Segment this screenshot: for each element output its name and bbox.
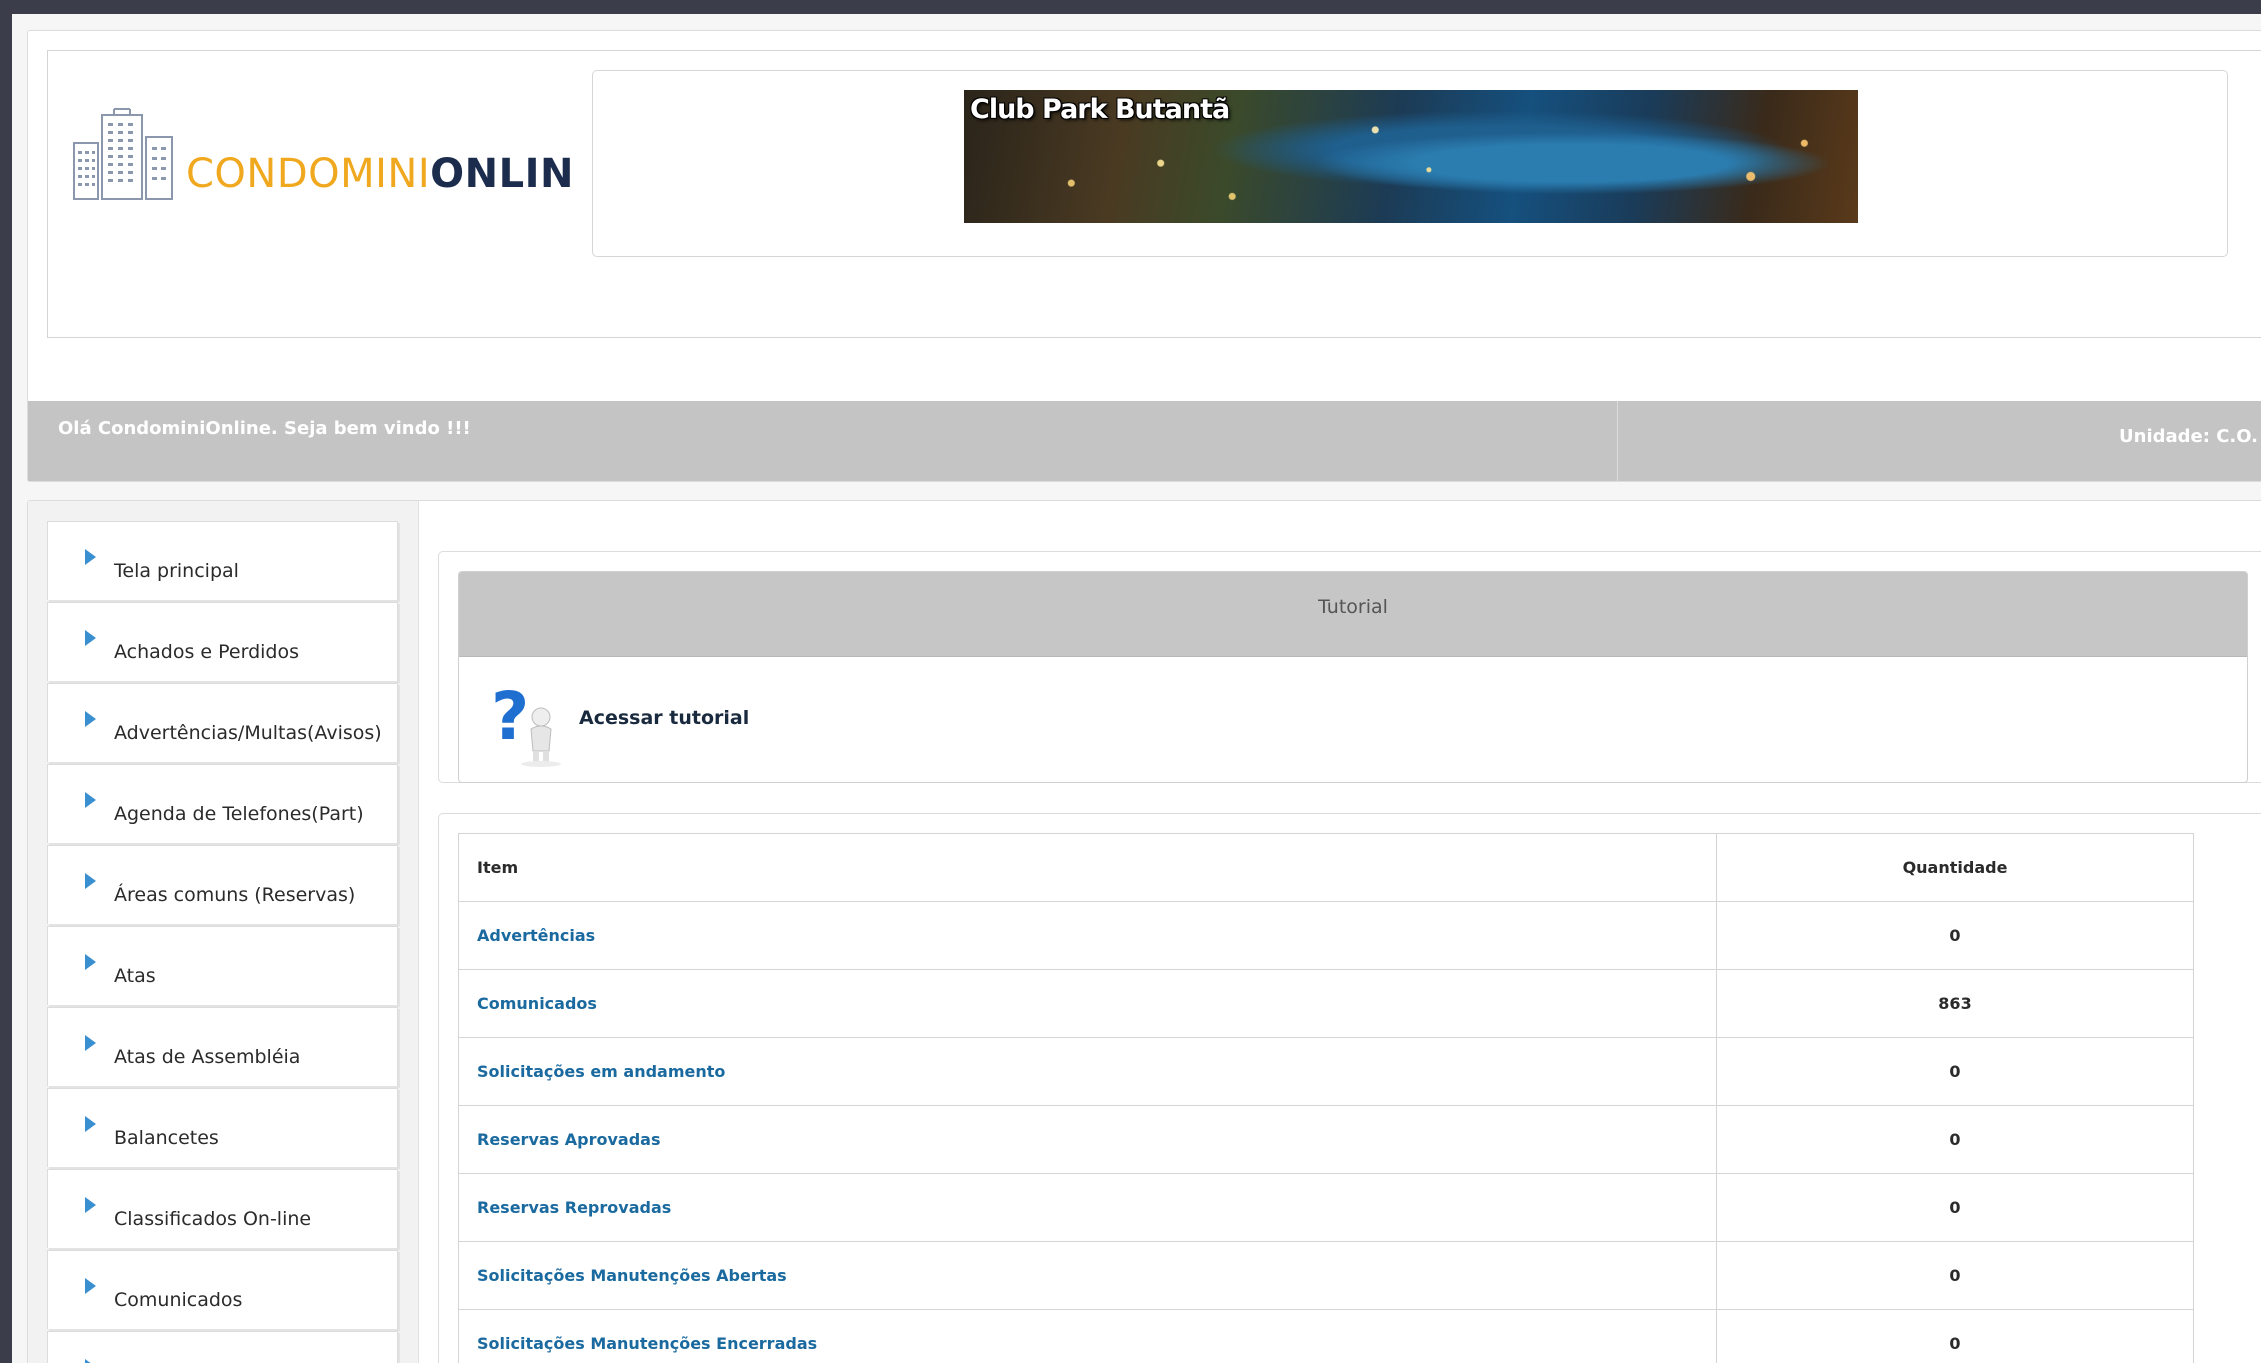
column-header-quantity: Quantidade xyxy=(1716,833,2194,902)
triangle-right-icon xyxy=(85,549,96,565)
triangle-right-icon xyxy=(85,630,96,646)
svg-text:?: ? xyxy=(491,678,529,755)
tutorial-body: ? Acessar tutorial xyxy=(459,657,2247,782)
sidebar-item-label: Áreas comuns (Reservas) xyxy=(114,884,356,906)
sidebar-item-label: Atas xyxy=(114,965,156,987)
tutorial-box: Tutorial ? Acessar tutorial xyxy=(458,571,2248,783)
sidebar-item-more[interactable] xyxy=(47,1331,398,1363)
row-quantity: 0 xyxy=(1716,901,2194,970)
site-logo[interactable]: CONDOMINIONLINE xyxy=(70,107,602,203)
sidebar-item-label: Atas de Assembléia xyxy=(114,1046,301,1068)
triangle-right-icon xyxy=(85,1035,96,1051)
summary-table: Item Quantidade Advertências 0 Comunicad… xyxy=(458,833,2194,1363)
sidebar-item-label: Comunicados xyxy=(114,1289,243,1311)
sidebar-item-comunicados[interactable]: Comunicados xyxy=(47,1250,398,1329)
access-tutorial-link[interactable]: Acessar tutorial xyxy=(579,707,749,729)
banner-area: Club Park Butantã xyxy=(574,50,2261,338)
triangle-right-icon xyxy=(85,954,96,970)
row-item-link[interactable]: Solicitações Manutenções Encerradas xyxy=(458,1309,1717,1363)
buildings-icon xyxy=(73,108,173,200)
row-item-link[interactable]: Solicitações Manutenções Abertas xyxy=(458,1241,1717,1310)
sidebar-item-label: Balancetes xyxy=(114,1127,219,1149)
sidebar-item-tela-principal[interactable]: Tela principal xyxy=(47,521,398,600)
condominium-banner-image: Club Park Butantã xyxy=(964,90,1858,223)
table-row: Reservas Aprovadas 0 xyxy=(458,1105,2194,1174)
row-quantity: 863 xyxy=(1716,969,2194,1038)
sidebar-item-areas-comuns[interactable]: Áreas comuns (Reservas) xyxy=(47,845,398,924)
logo-text: CONDOMINIONLINE xyxy=(186,151,602,197)
triangle-right-icon xyxy=(85,1278,96,1294)
row-item-link[interactable]: Advertências xyxy=(458,901,1717,970)
sidebar-item-advertencias[interactable]: Advertências/Multas(Avisos) xyxy=(47,683,398,762)
triangle-right-icon xyxy=(85,873,96,889)
row-quantity: 0 xyxy=(1716,1173,2194,1242)
sidebar-item-label: Advertências/Multas(Avisos) xyxy=(114,722,382,744)
sidebar-menu: Tela principal Achados e Perdidos Advert… xyxy=(47,521,398,1363)
triangle-right-icon xyxy=(85,1197,96,1213)
table-row: Solicitações Manutenções Abertas 0 xyxy=(458,1241,2194,1310)
triangle-right-icon xyxy=(85,1359,96,1363)
logo-box: CONDOMINIONLINE xyxy=(47,50,601,338)
table-row: Reservas Reprovadas 0 xyxy=(458,1173,2194,1242)
welcome-divider xyxy=(1617,401,1618,481)
sidebar-item-label: Achados e Perdidos xyxy=(114,641,300,663)
sidebar-item-label: Classificados On-line xyxy=(114,1208,312,1230)
row-item-link[interactable]: Reservas Reprovadas xyxy=(458,1173,1717,1242)
table-row: Advertências 0 xyxy=(458,901,2194,970)
row-item-link[interactable]: Solicitações em andamento xyxy=(458,1037,1717,1106)
sidebar-item-label: Tela principal xyxy=(114,560,239,582)
sidebar-item-atas-assembleia[interactable]: Atas de Assembléia xyxy=(47,1007,398,1086)
row-item-link[interactable]: Comunicados xyxy=(458,969,1717,1038)
page: CONDOMINIONLINE Club Park Butantã Olá Co… xyxy=(12,14,2261,1363)
table-header-row: Item Quantidade xyxy=(458,833,2194,902)
table-row: Solicitações Manutenções Encerradas 0 xyxy=(458,1309,2194,1363)
tutorial-header: Tutorial xyxy=(459,572,2247,657)
triangle-right-icon xyxy=(85,1116,96,1132)
unit-label: Unidade: C.O. xyxy=(2119,426,2258,447)
welcome-bar: Olá CondominiOnline. Seja bem vindo !!! … xyxy=(28,401,2261,481)
banner-frame: Club Park Butantã xyxy=(592,70,2228,257)
triangle-right-icon xyxy=(85,792,96,808)
sidebar-item-balancetes[interactable]: Balancetes xyxy=(47,1088,398,1167)
sidebar-item-atas[interactable]: Atas xyxy=(47,926,398,1005)
sidebar-item-classificados[interactable]: Classificados On-line xyxy=(47,1169,398,1248)
row-quantity: 0 xyxy=(1716,1037,2194,1106)
row-quantity: 0 xyxy=(1716,1105,2194,1174)
row-quantity: 0 xyxy=(1716,1241,2194,1310)
sidebar-item-agenda-telefones[interactable]: Agenda de Telefones(Part) xyxy=(47,764,398,843)
sidebar: Tela principal Achados e Perdidos Advert… xyxy=(28,501,419,1363)
question-person-icon[interactable]: ? xyxy=(483,677,573,767)
main-content: Tutorial ? Acessar tutorial Item Quantid… xyxy=(418,501,2261,1363)
sidebar-item-label: Agenda de Telefones(Part) xyxy=(114,803,364,825)
row-item-link[interactable]: Reservas Aprovadas xyxy=(458,1105,1717,1174)
row-quantity: 0 xyxy=(1716,1309,2194,1363)
summary-panel: Item Quantidade Advertências 0 Comunicad… xyxy=(438,813,2261,1363)
header-panel: CONDOMINIONLINE Club Park Butantã Olá Co… xyxy=(27,30,2261,482)
triangle-right-icon xyxy=(85,711,96,727)
table-row: Solicitações em andamento 0 xyxy=(458,1037,2194,1106)
logo-text-condomini: CONDOMINI xyxy=(186,151,431,197)
table-row: Comunicados 863 xyxy=(458,969,2194,1038)
welcome-message: Olá CondominiOnline. Seja bem vindo !!! xyxy=(58,418,471,439)
banner-title: Club Park Butantã xyxy=(970,94,1230,125)
body-panel: Tela principal Achados e Perdidos Advert… xyxy=(27,500,2261,1363)
sidebar-item-achados-e-perdidos[interactable]: Achados e Perdidos xyxy=(47,602,398,681)
tutorial-panel: Tutorial ? Acessar tutorial xyxy=(438,551,2261,783)
column-header-item: Item xyxy=(458,833,1717,902)
